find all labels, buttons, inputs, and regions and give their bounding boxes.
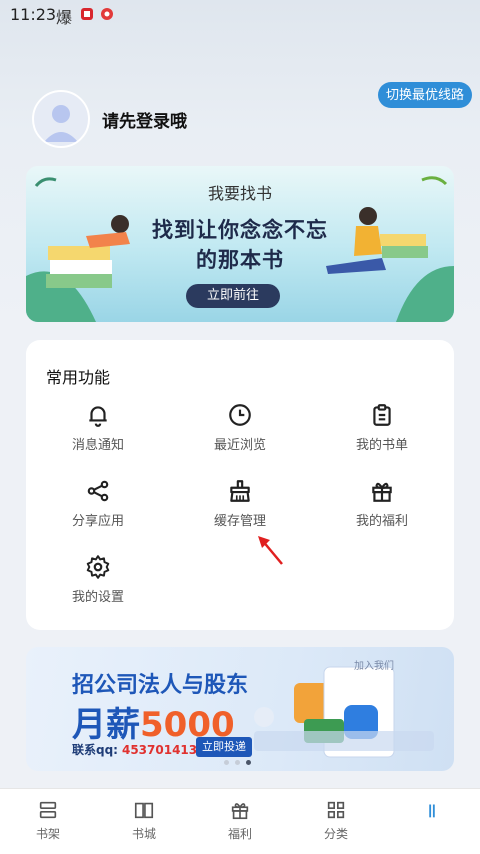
- tab-label: 福利: [227, 827, 252, 841]
- carousel-dot: [224, 760, 229, 765]
- bell-icon: [89, 406, 107, 427]
- tab-category[interactable]: 分类: [288, 789, 384, 854]
- func-label: 消息通知: [71, 438, 124, 453]
- tab-label: 书架: [35, 827, 60, 841]
- broom-icon: [230, 480, 250, 502]
- tab-bookstore[interactable]: 书城: [96, 789, 192, 854]
- func-recent-browse[interactable]: 最近浏览: [180, 402, 300, 453]
- common-functions-card: 常用功能 消息通知 最近浏览 我的书单 分享应用 缓存管理 我的福利 我的设置: [26, 340, 454, 630]
- func-label: 我的福利: [355, 514, 408, 529]
- red-arrow-annotation: [258, 536, 283, 565]
- ad-contact: 联系qq: 453701413: [72, 741, 197, 758]
- func-cache-management[interactable]: 缓存管理: [180, 478, 300, 529]
- gift-icon: [231, 803, 249, 820]
- func-share-app[interactable]: 分享应用: [38, 478, 158, 529]
- go-now-button[interactable]: 立即前往: [186, 284, 280, 308]
- find-book-banner[interactable]: 我要找书 找到让你念念不忘 的那本书 立即前往: [26, 166, 454, 322]
- ad-salary-prefix: 月薪: [72, 705, 140, 745]
- avatar[interactable]: [32, 90, 90, 148]
- fire-icon: 爆: [56, 8, 73, 27]
- common-functions-title: 常用功能: [46, 368, 111, 387]
- join-us-text: 加入我们: [354, 661, 394, 672]
- gift-icon: [372, 482, 392, 502]
- banner-subtitle: 我要找书: [207, 184, 272, 203]
- grid-icon: [327, 801, 345, 819]
- profile-area[interactable]: 请先登录哦: [32, 90, 187, 148]
- apply-now-button[interactable]: 立即投递: [196, 737, 252, 757]
- ad-illustration: [254, 666, 434, 758]
- tab-label: 分类: [323, 827, 348, 841]
- func-label: 最近浏览: [213, 438, 266, 453]
- func-label: 分享应用: [71, 514, 124, 529]
- gear-icon: [86, 555, 110, 579]
- share-icon: [87, 480, 109, 502]
- func-my-welfare[interactable]: 我的福利: [322, 478, 442, 529]
- func-message-notification[interactable]: 消息通知: [38, 402, 158, 453]
- app-badge-icon: [80, 7, 94, 24]
- carousel-dot: [235, 760, 240, 765]
- func-my-settings[interactable]: 我的设置: [38, 554, 158, 605]
- status-bar: 11:23 爆: [0, 0, 480, 30]
- clock-icon: [229, 404, 251, 426]
- ad-contact-label: 联系qq:: [72, 743, 118, 757]
- profile-icon: [429, 804, 435, 818]
- ad-headline: 招公司法人与股东: [72, 673, 249, 698]
- book-icon: [134, 802, 154, 819]
- banner-title-line2: 的那本书: [196, 248, 284, 272]
- clipboard-icon: [373, 404, 391, 426]
- banner-title-line1: 找到让你念念不忘: [152, 218, 328, 242]
- ad-banner[interactable]: 加入我们 招公司法人与股东 月薪5000 联系qq: 453701413 立即投递: [26, 647, 454, 771]
- func-my-booklist[interactable]: 我的书单: [322, 402, 442, 453]
- status-time: 11:23: [10, 5, 57, 24]
- carousel-dot-active: [246, 760, 251, 765]
- switch-route-button[interactable]: 切换最优线路: [377, 82, 472, 108]
- func-label: 我的书单: [355, 438, 408, 453]
- notification-icon: [100, 7, 114, 24]
- tab-profile[interactable]: [384, 789, 480, 854]
- tab-bookshelf[interactable]: 书架: [0, 789, 96, 854]
- ad-contact-qq: 453701413: [121, 743, 198, 757]
- bookshelf-icon: [39, 801, 57, 819]
- tab-welfare[interactable]: 福利: [192, 789, 288, 854]
- login-prompt[interactable]: 请先登录哦: [102, 107, 187, 132]
- func-label: 缓存管理: [213, 514, 266, 529]
- tab-label: 书城: [131, 827, 156, 841]
- func-label: 我的设置: [71, 590, 124, 605]
- bottom-tab-bar: 书架 书城 福利 分类: [0, 788, 480, 854]
- carousel-indicator: [224, 760, 251, 765]
